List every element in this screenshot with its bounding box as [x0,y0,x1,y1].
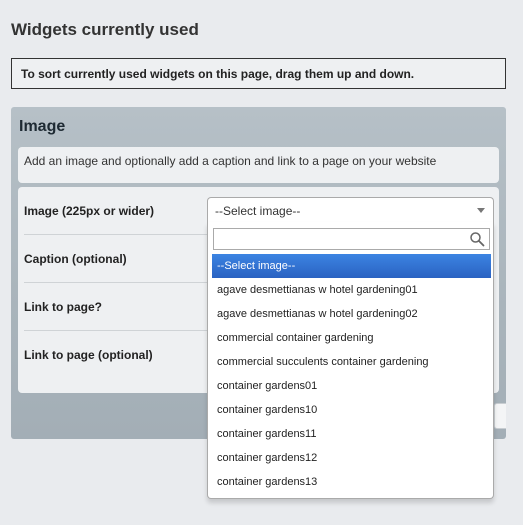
widget-description: Add an image and optionally add a captio… [18,147,499,183]
image-option[interactable]: agave desmettianas w hotel gardening02 [212,302,491,326]
image-option[interactable]: container gardens12 [212,446,491,470]
field-label-link-page: Link to page (optional) [24,348,153,362]
image-select[interactable]: --Select image-- [207,197,494,223]
image-option[interactable]: --Select image-- [212,254,491,278]
widget-action-button[interactable] [494,403,506,429]
sort-instructions: To sort currently used widgets on this p… [11,58,506,89]
image-option[interactable]: container gardens11 [212,422,491,446]
image-option[interactable]: commercial container gardening [212,326,491,350]
image-option[interactable]: container gardens01 [212,374,491,398]
image-option[interactable]: container gardens13 [212,470,491,494]
field-label-link-toggle: Link to page? [24,283,210,331]
field-label-image: Image (225px or wider) [24,187,210,235]
chevron-down-icon[interactable] [477,208,485,213]
image-option[interactable]: commercial succulents container gardenin… [212,350,491,374]
image-select-dropdown: --Select image-- agave desmettianas w ho… [207,222,494,499]
widget-title: Image [19,118,66,135]
image-option[interactable]: agave desmettianas w hotel gardening01 [212,278,491,302]
page-title: Widgets currently used [11,20,199,39]
image-select-value: --Select image-- [215,204,301,218]
search-icon [470,232,485,247]
image-search-box[interactable] [213,228,490,250]
image-search-input[interactable] [214,229,464,249]
image-option-list: --Select image-- agave desmettianas w ho… [212,254,491,494]
field-label-caption: Caption (optional) [24,235,210,283]
image-option[interactable]: container gardens10 [212,398,491,422]
